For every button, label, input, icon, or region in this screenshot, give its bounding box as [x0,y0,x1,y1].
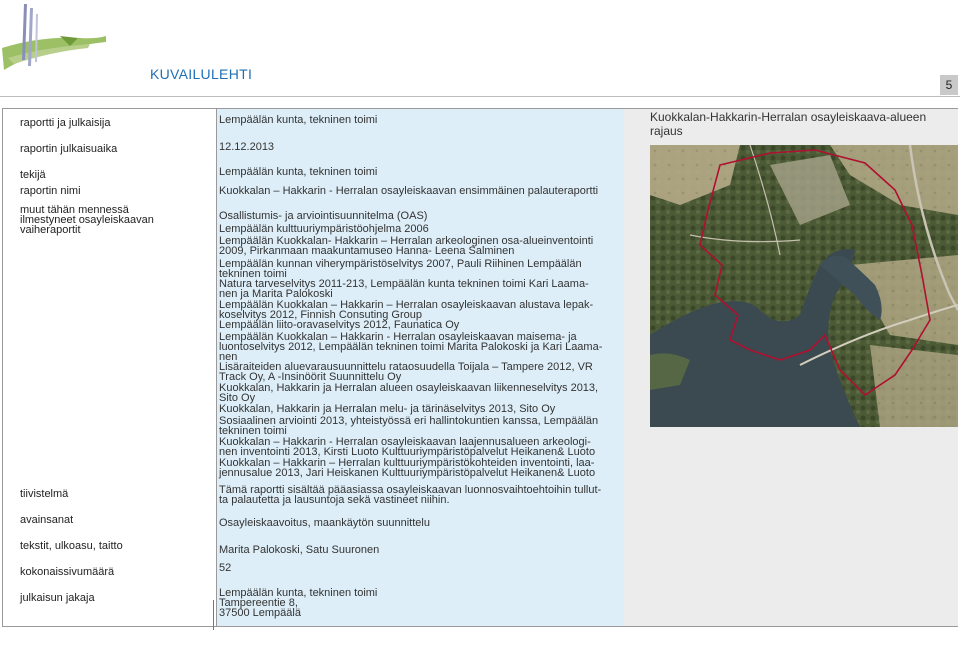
label-other-reports: muut tähän mennessä ilmestyneet osayleis… [20,204,154,236]
label-keywords: avainsanat [20,514,74,526]
label-page-count: kokonaissivumäärä [20,566,115,578]
report-item: Kuokkalan, Hakkarin ja Herralan alueen o… [219,382,599,404]
report-item: Lempäälän liito-oravaselvitys 2012, Faun… [219,319,460,331]
header-divider [0,96,960,97]
report-item: Lempäälän kunnan viherympäristöselvitys … [219,258,582,280]
label-distributor: julkaisun jakaja [20,592,95,604]
header-title: KUVAILULEHTI [150,66,253,82]
page-number: 5 [940,75,958,95]
report-item: Kuokkalan – Hakkarin - Herralan osayleis… [219,436,596,458]
aerial-map [650,145,958,427]
label-layout: tekstit, ulkoasu, taitto [20,540,123,552]
report-item: Lisäraiteiden aluevarausuunnittelu ratao… [219,361,593,383]
value-layout: Marita Palokoski, Satu Suuronen [219,544,380,556]
value-distributor: Lempäälän kunta, tekninen toimi Tamperee… [219,587,378,619]
report-item: Lempäälän Kuokkalan – Hakkarin - Herrala… [219,331,603,363]
value-page-count: 52 [219,562,232,574]
value-author: Lempäälän kunta, tekninen toimi [219,166,378,178]
report-item: Kuokkalan, Hakkarin ja Herralan melu- ja… [219,403,556,415]
report-item: Osallistumis- ja arviointisuunnitelma (O… [219,210,428,222]
label-publish-date: raportin julkaisuaika [20,143,118,155]
report-item: Lempäälän kulttuuriympäristöohjelma 2006 [219,223,429,235]
lempaala-logo [2,4,106,70]
report-item: Sosiaalinen arviointi 2013, yhteistyössä… [219,415,599,437]
report-item: Lempäälän Kuokkalan – Hakkarin – Herrala… [219,299,594,321]
value-publish-date: 12.12.2013 [219,141,275,153]
map-title: Kuokkalan-Hakkarin-Herralan osayleiskaav… [650,110,927,138]
report-item: Natura tarveselvitys 2011-213, Lempäälän… [219,278,589,300]
value-summary: Tämä raportti sisältää pääasiassa osayle… [219,484,602,506]
column-divider-tail [213,600,214,630]
label-author: tekijä [20,169,46,181]
report-item: Lempäälän Kuokkalan- Hakkarin – Herralan… [219,235,594,257]
value-keywords: Osayleiskaavoitus, maankäytön suunnittel… [219,517,430,529]
value-report-name: Kuokkalan – Hakkarin - Herralan osayleis… [219,185,599,197]
label-report-name: raportin nimi [20,185,81,197]
label-publisher: raportti ja julkaisija [20,117,111,129]
label-summary: tiivistelmä [20,488,69,500]
value-publisher: Lempäälän kunta, tekninen toimi [219,114,378,126]
report-item: Kuokkalan – Hakkarin – Herralan kulttuur… [219,457,596,479]
